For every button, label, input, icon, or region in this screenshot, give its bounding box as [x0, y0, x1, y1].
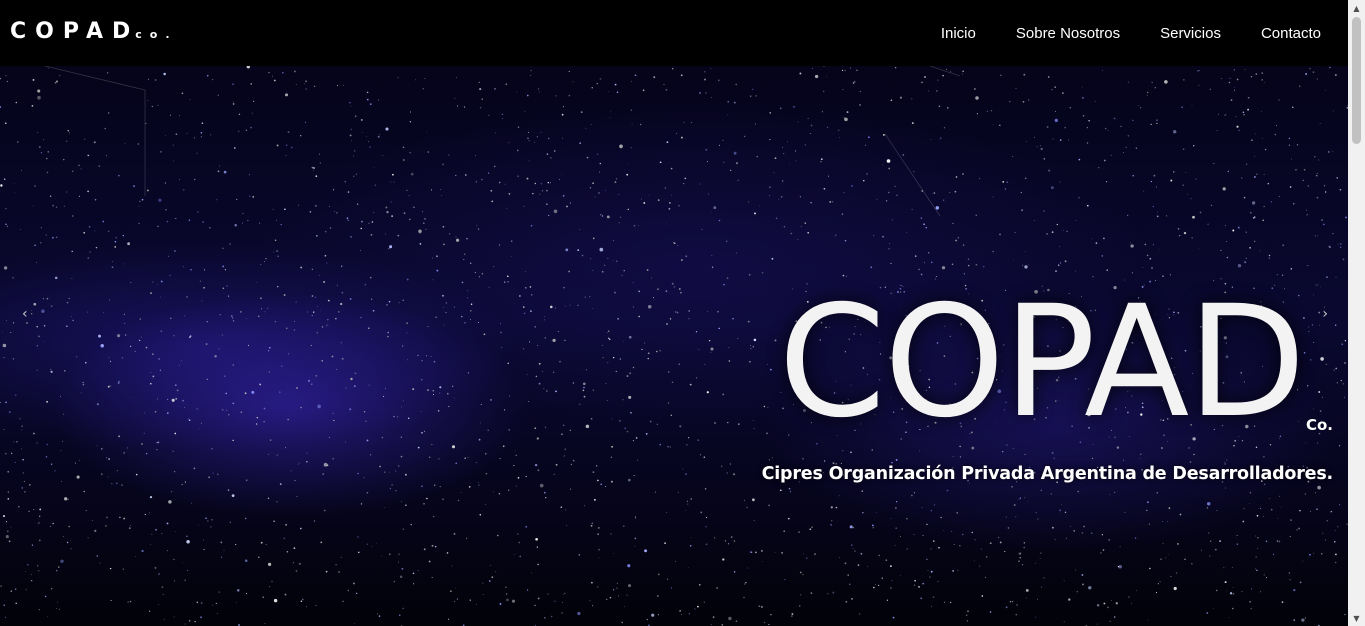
hero-title-suffix: Co.	[1305, 416, 1333, 434]
page: COPADco. Inicio Sobre Nosotros Servicios…	[0, 0, 1348, 626]
nav-link-inicio[interactable]: Inicio	[941, 25, 976, 42]
hero-title: COPAD	[778, 273, 1306, 452]
chevron-left-icon[interactable]: ‹	[22, 306, 28, 322]
scrollbar-thumb[interactable]	[1352, 17, 1361, 144]
hero-subtitle: Cipres Organización Privada Argentina de…	[761, 464, 1334, 484]
main-nav: Inicio Sobre Nosotros Servicios Contacto	[941, 0, 1348, 66]
hero-text: COPAD Co. Cipres Organización Privada Arg…	[761, 273, 1334, 485]
nav-link-sobre-nosotros[interactable]: Sobre Nosotros	[1016, 25, 1120, 42]
scroll-down-arrow-icon[interactable]: ▼	[1348, 610, 1365, 626]
nav-link-contacto[interactable]: Contacto	[1261, 25, 1321, 42]
nav-link-servicios[interactable]: Servicios	[1160, 25, 1221, 42]
brand-suffix: co.	[135, 28, 178, 41]
navbar: COPADco. Inicio Sobre Nosotros Servicios…	[0, 0, 1348, 66]
brand-logo[interactable]: COPADco.	[10, 18, 178, 49]
brand-name: COPAD	[10, 19, 140, 44]
hero-carousel: ‹ › COPAD Co. Cipres Organización Privada…	[0, 66, 1348, 626]
page-scrollbar[interactable]: ▲ ▼	[1348, 0, 1365, 626]
scroll-up-arrow-icon[interactable]: ▲	[1348, 0, 1365, 16]
